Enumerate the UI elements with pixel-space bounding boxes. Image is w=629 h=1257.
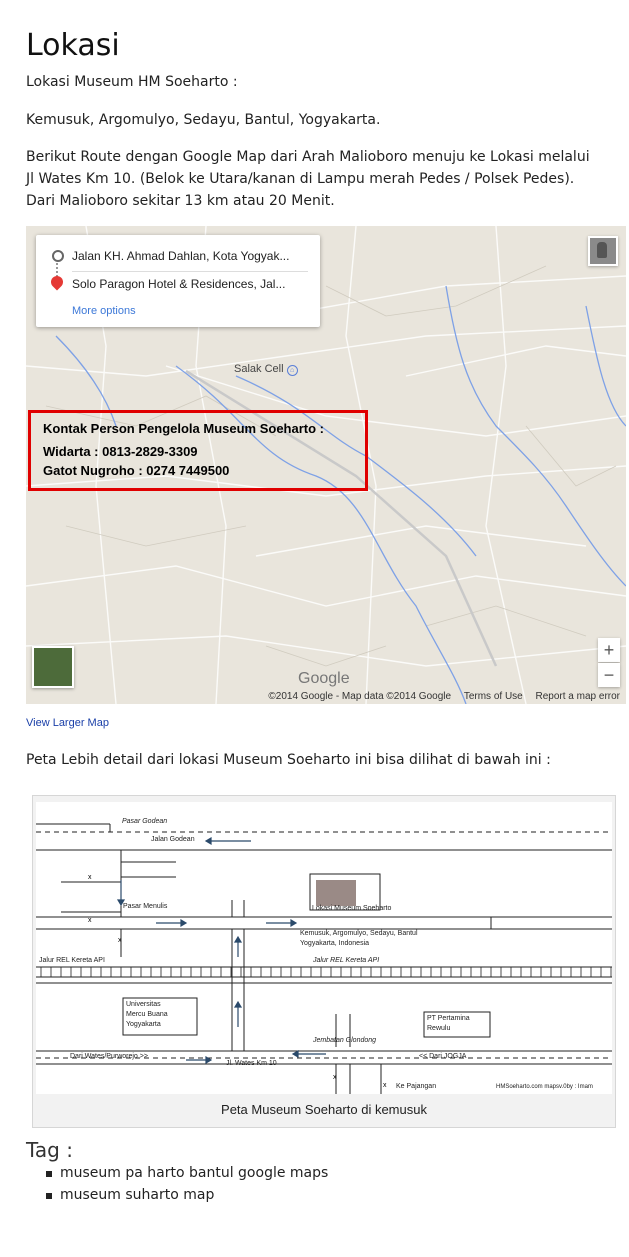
label-ke-pajangan: Ke Pajangan <box>396 1083 437 1090</box>
label-museum: Lokasi Museum Soeharto <box>312 905 392 912</box>
route-line-2: Jl Wates Km 10. (Belok ke Utara/kanan di… <box>26 171 575 187</box>
google-map[interactable]: Jalan KH. Ahmad Dahlan, Kota Yogyak... S… <box>26 226 626 704</box>
zoom-out-button[interactable]: − <box>598 663 620 687</box>
divider <box>72 271 308 272</box>
label-pasar-menulis: Pasar Menulis <box>123 903 168 910</box>
origin-text[interactable]: Jalan KH. Ahmad Dahlan, Kota Yogyak... <box>72 249 312 263</box>
detail-map-image: x x x x x Pasar Godean Jalan Godean Pasa… <box>36 802 612 1094</box>
svg-text:x: x <box>118 937 122 944</box>
svg-text:x: x <box>333 1074 337 1081</box>
place-icon: ⌂ <box>286 365 298 376</box>
route-line-3: Dari Malioboro sekitar 13 km atau 20 Men… <box>26 193 335 209</box>
label-univ-3: Yogyakarta <box>126 1021 161 1028</box>
label-credit: HMSoeharto.com mapsv.0by : Imam <box>496 1084 593 1090</box>
directions-card[interactable]: Jalan KH. Ahmad Dahlan, Kota Yogyak... S… <box>36 235 320 327</box>
view-larger-map-link[interactable]: View Larger Map <box>26 717 109 729</box>
address-text: Kemusuk, Argomulyo, Sedayu, Bantul, Yogy… <box>26 112 381 128</box>
page-title: Lokasi <box>26 28 120 63</box>
label-rail-right: Jalur REL Kereta API <box>313 957 380 964</box>
detail-map-figure: x x x x x Pasar Godean Jalan Godean Pasa… <box>32 795 616 1128</box>
map-copyright: ©2014 Google - Map data ©2014 Google <box>268 691 452 702</box>
tag-title: Tag : <box>26 1138 73 1162</box>
svg-text:x: x <box>88 874 92 881</box>
place-label[interactable]: Salak Cell ⌂ <box>234 363 298 376</box>
contact-title: Kontak Person Pengelola Museum Soeharto … <box>43 421 324 436</box>
report-error-link[interactable]: Report a map error <box>536 691 620 702</box>
label-museum-addr-1: Kemusuk, Argomulyo, Sedayu, Bantul <box>300 930 418 937</box>
label-pertamina-2: Rewulu <box>427 1025 451 1032</box>
contact-widarta: Widarta : 0813-2829-3309 <box>43 444 198 459</box>
label-pasar-godean: Pasar Godean <box>122 818 168 825</box>
label-dari-wates: Dari Wates/Purworejo >> <box>70 1053 148 1060</box>
detail-map-caption: Peta Museum Soeharto di kemusuk <box>221 1102 427 1117</box>
tag-item[interactable]: museum suharto map <box>46 1184 328 1206</box>
label-jalan-godean: Jalan Godean <box>151 836 195 843</box>
origin-icon <box>52 250 64 262</box>
map-footer: ©2014 Google - Map data ©2014 Google Ter… <box>258 691 620 702</box>
label-museum-addr-2: Yogyakarta, Indonesia <box>300 940 370 947</box>
label-rail-left: Jalur REL Kereta API <box>39 957 105 964</box>
detail-map-lines: x x x x x <box>36 823 612 1094</box>
label-univ-1: Universitas <box>126 1001 161 1008</box>
google-logo: Google <box>298 670 350 687</box>
contact-gatot: Gatot Nugroho : 0274 7449500 <box>43 463 230 478</box>
svg-text:x: x <box>88 917 92 924</box>
label-jl-wates: Jl. Wates Km 10 <box>226 1060 277 1067</box>
street-view-icon[interactable] <box>588 236 618 266</box>
destination-marker-icon <box>48 273 66 291</box>
label-jembatan: Jembatan Glondong <box>313 1037 377 1044</box>
label-pertamina-1: PT Pertamina <box>427 1015 470 1022</box>
tag-item[interactable]: museum pa harto bantul google maps <box>46 1162 328 1184</box>
terms-link[interactable]: Terms of Use <box>464 691 523 702</box>
intro-text: Lokasi Museum HM Soeharto : <box>26 74 238 90</box>
label-univ-2: Mercu Buana <box>126 1011 168 1018</box>
route-line-1: Berikut Route dengan Google Map dari Ara… <box>26 149 590 165</box>
destination-text[interactable]: Solo Paragon Hotel & Residences, Jal... <box>72 277 312 291</box>
contact-box: Kontak Person Pengelola Museum Soeharto … <box>28 410 368 491</box>
zoom-in-button[interactable]: + <box>598 638 620 662</box>
tag-list: museum pa harto bantul google maps museu… <box>46 1162 328 1206</box>
more-options-link[interactable]: More options <box>72 305 136 317</box>
detail-intro-text: Peta Lebih detail dari lokasi Museum Soe… <box>26 752 551 768</box>
svg-text:x: x <box>383 1082 387 1089</box>
label-dari-jogja: << Dari JOGJA <box>419 1053 467 1060</box>
satellite-toggle[interactable] <box>32 646 74 688</box>
